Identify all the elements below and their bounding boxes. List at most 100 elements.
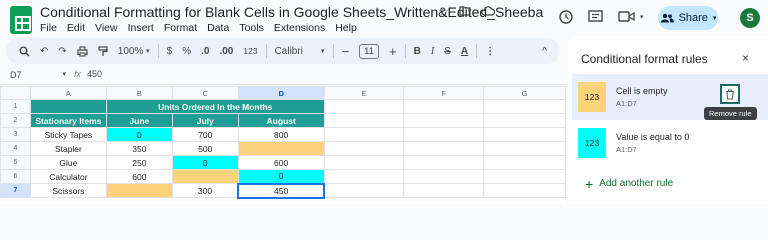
table-cell[interactable]: 800 [237,127,325,142]
table-cell[interactable]: Scissors [29,183,107,198]
column-header-d[interactable]: D [237,86,325,100]
row-header[interactable]: 6 [0,169,31,184]
avatar[interactable]: S [740,8,760,28]
table-cell[interactable] [323,113,405,128]
star-icon[interactable]: ☆ [438,5,449,19]
print-icon[interactable] [72,40,93,62]
table-cell[interactable]: 350 [105,141,173,156]
move-folder-icon[interactable] [459,5,471,19]
table-cell[interactable] [403,141,485,156]
undo-icon[interactable]: ↶ [35,40,53,62]
spreadsheet-grid[interactable]: A B C D E F G 1 Units Ordered In the Mon… [0,86,566,204]
column-header-f[interactable]: F [403,86,485,100]
table-cell[interactable] [105,183,173,198]
table-cell[interactable]: Stapler [29,141,107,156]
table-cell[interactable]: Sticky Tapes [29,127,107,142]
merged-header-cell[interactable]: Units Ordered In the Months [105,99,325,114]
column-header-a[interactable]: A [29,86,107,100]
table-cell[interactable]: 600 [105,169,173,184]
meet-dropdown-icon[interactable]: ▾ [640,13,644,21]
table-cell[interactable] [403,113,485,128]
comments-icon[interactable] [588,10,603,24]
font-select[interactable]: Calibri ▾ [270,40,330,62]
column-header-b[interactable]: B [105,86,173,100]
column-header-g[interactable]: G [483,86,566,100]
table-cell[interactable] [483,183,566,198]
table-cell[interactable]: 600 [237,155,325,170]
column-header-c[interactable]: C [171,86,239,100]
table-cell[interactable] [29,99,107,114]
currency-format-button[interactable]: $ [162,40,178,62]
row-header[interactable]: 3 [0,127,31,142]
table-cell[interactable]: 500 [171,141,239,156]
table-cell[interactable] [483,155,566,170]
row-header[interactable]: 4 [0,141,31,156]
menu-tools[interactable]: Tools [239,22,264,34]
bold-button[interactable]: B [409,40,426,62]
font-size-increase-button[interactable]: + [384,40,402,62]
strikethrough-button[interactable]: S [439,40,456,62]
collapse-toolbar-icon[interactable]: ^ [537,40,552,62]
add-rule-button[interactable]: + Add another rule [585,177,673,191]
table-cell[interactable] [323,183,405,198]
table-cell[interactable] [323,169,405,184]
zoom-select[interactable]: 100% ▾ [113,40,155,62]
table-cell[interactable] [403,183,485,198]
table-cell[interactable] [323,155,405,170]
table-cell[interactable] [483,169,566,184]
close-icon[interactable]: × [742,51,749,65]
decrease-decimal-button[interactable]: .0 [196,40,214,62]
italic-button[interactable]: I [426,40,439,62]
column-header-e[interactable]: E [323,86,405,100]
menu-help[interactable]: Help [335,22,357,34]
increase-decimal-button[interactable]: .00 [214,40,238,62]
table-cell[interactable] [403,127,485,142]
more-formats-button[interactable]: 123 [238,40,262,62]
version-history-icon[interactable] [558,9,574,25]
selected-cell[interactable]: 450 [237,182,326,199]
font-size-input[interactable]: 11 [354,40,384,62]
row-header[interactable]: 7 [0,183,31,198]
font-size-decrease-button[interactable]: − [337,40,355,62]
share-button[interactable]: Share ▾ [658,6,718,30]
sheets-logo-icon[interactable] [10,6,32,34]
header-cell[interactable]: June [105,113,173,128]
table-cell[interactable]: 0 [237,169,325,184]
table-cell[interactable]: 0 [105,127,173,142]
name-box[interactable]: D7 ▾ [10,70,66,80]
table-cell[interactable] [323,141,405,156]
table-cell[interactable] [403,99,485,114]
table-cell[interactable] [403,169,485,184]
table-cell[interactable] [237,141,325,156]
table-cell[interactable]: 700 [171,127,239,142]
table-cell[interactable] [483,127,566,142]
menu-insert[interactable]: Insert [128,22,154,34]
delete-rule-icon[interactable] [720,84,740,104]
header-cell[interactable]: Stationary Items [29,113,107,128]
search-menus-icon[interactable] [14,40,35,62]
table-cell[interactable] [483,99,566,114]
table-cell[interactable]: Glue [29,155,107,170]
formula-bar[interactable]: fx 450 [74,69,102,79]
cloud-status-icon[interactable] [481,5,495,19]
rule-item[interactable]: 123 Value is equal to 0 A1:D7 [578,128,689,158]
paint-format-icon[interactable] [93,40,113,62]
menu-file[interactable]: File [40,22,57,34]
table-cell[interactable] [403,155,485,170]
table-cell[interactable] [171,169,239,184]
select-all-corner[interactable] [0,86,31,100]
header-cell[interactable]: August [237,113,325,128]
row-header[interactable]: 2 [0,113,31,128]
table-cell[interactable] [323,99,405,114]
row-header[interactable]: 1 [0,99,31,114]
text-color-button[interactable]: A [456,40,473,62]
table-cell[interactable]: 0 [171,155,239,170]
menu-data[interactable]: Data [207,22,229,34]
table-cell[interactable] [323,127,405,142]
header-cell[interactable]: July [171,113,239,128]
menu-extensions[interactable]: Extensions [274,22,325,34]
menu-edit[interactable]: Edit [67,22,85,34]
chevron-down-icon[interactable]: ▾ [713,14,717,22]
menu-view[interactable]: View [95,22,118,34]
percent-format-button[interactable]: % [177,40,196,62]
